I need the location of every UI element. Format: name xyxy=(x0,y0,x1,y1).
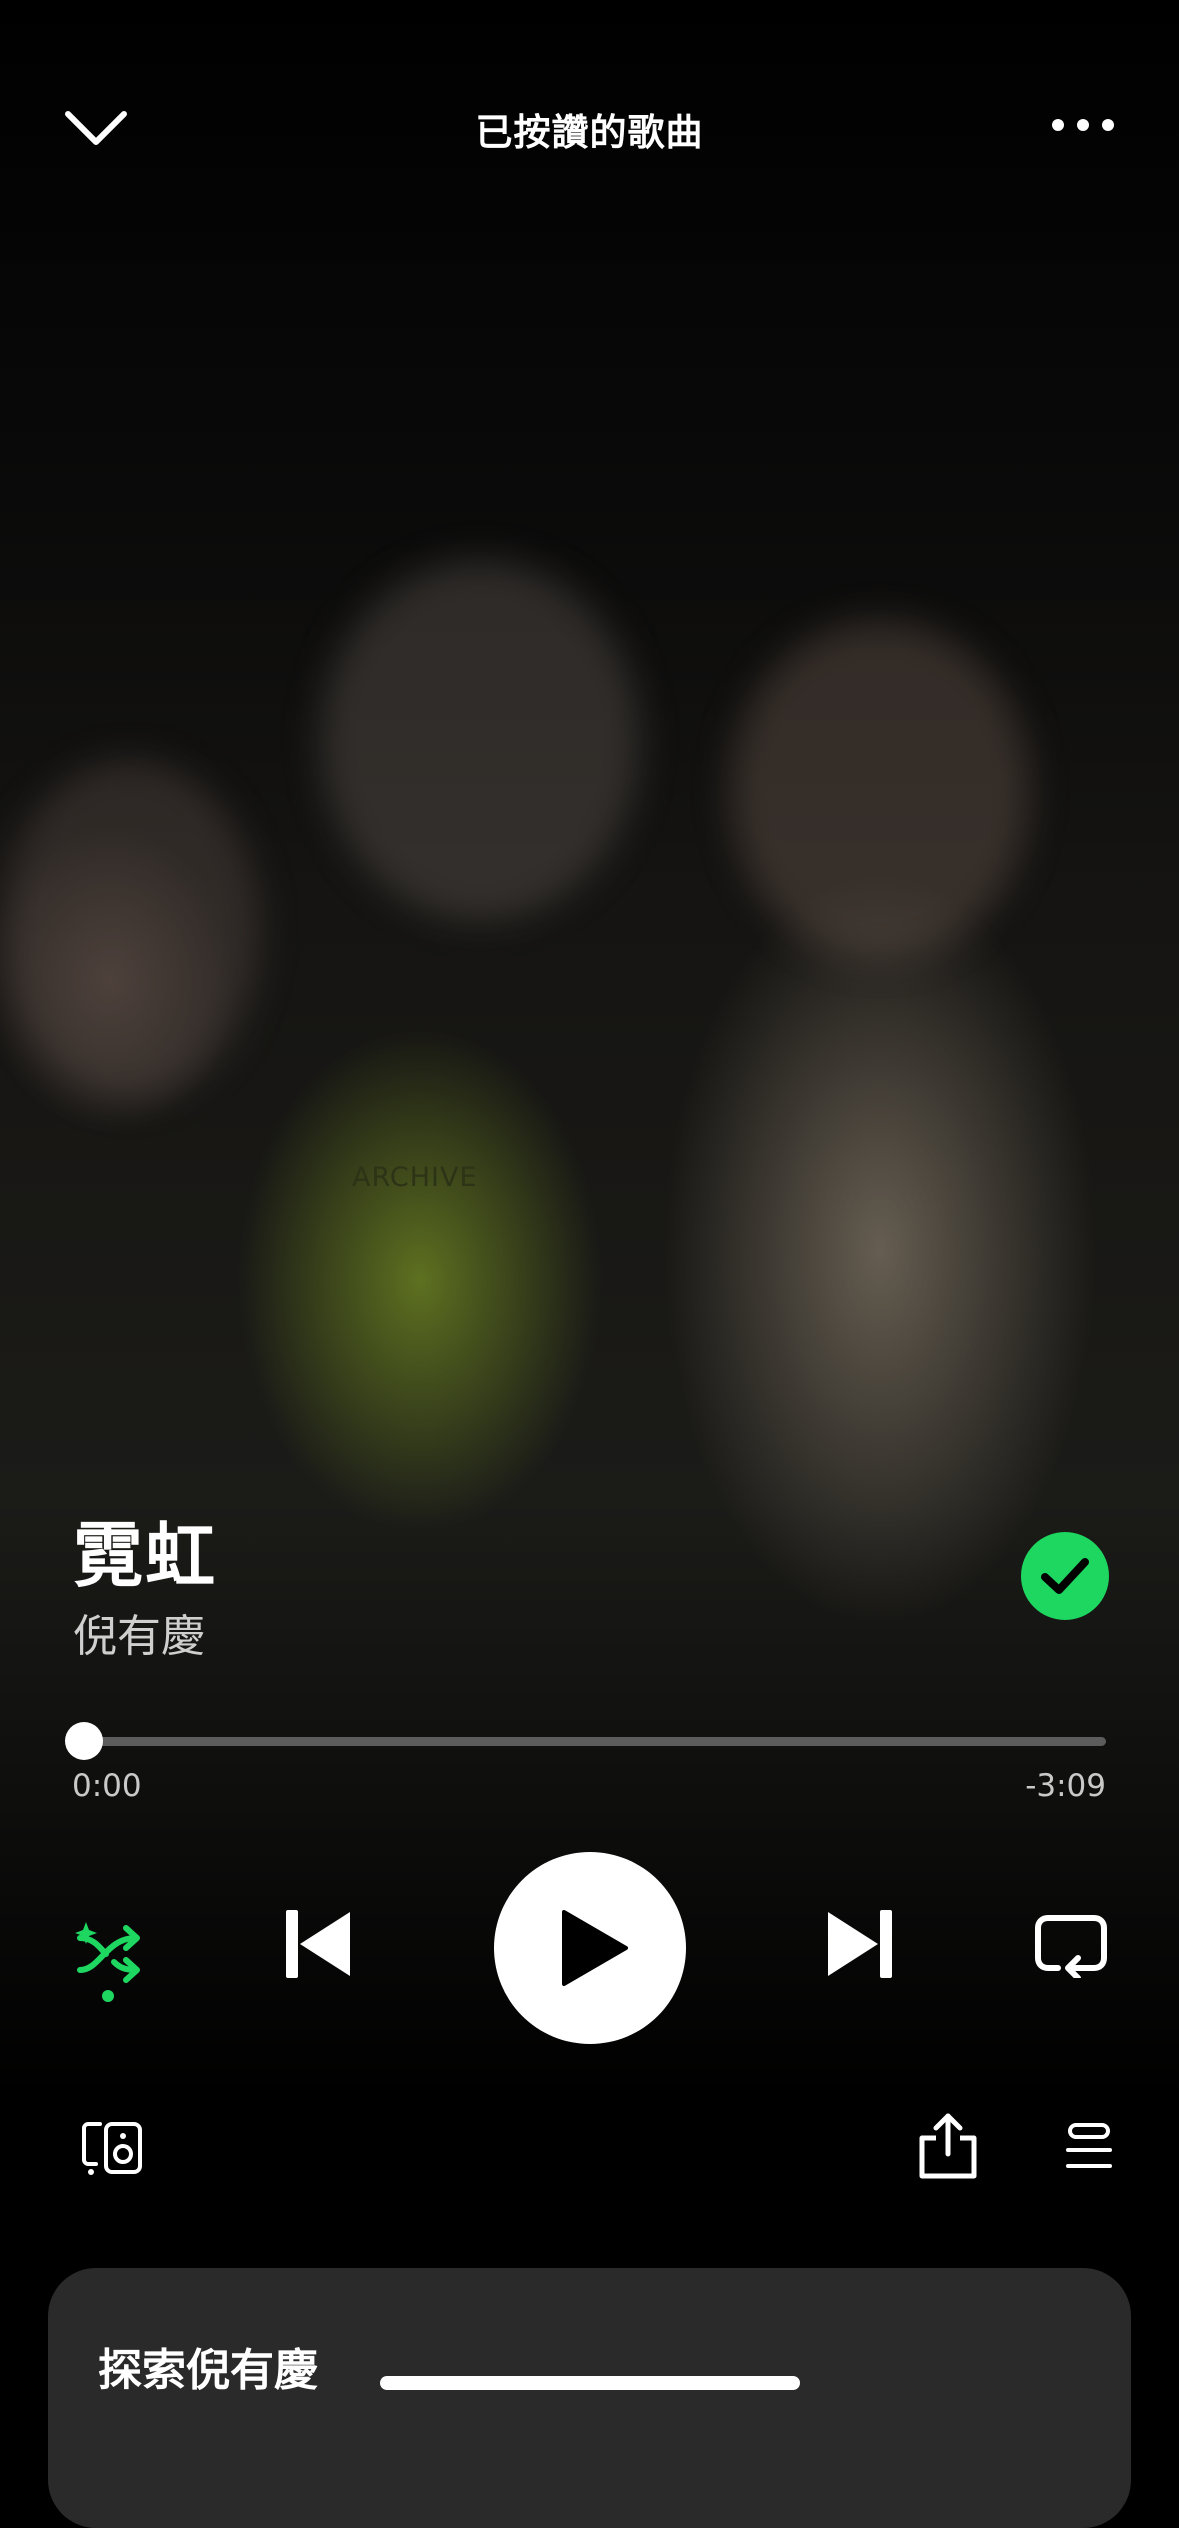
repeat-button[interactable] xyxy=(1034,1912,1108,1981)
share-icon[interactable] xyxy=(918,2110,978,2180)
elapsed-time: 0:00 xyxy=(72,1768,142,1804)
progress-track xyxy=(84,1737,1106,1746)
next-track-button[interactable] xyxy=(824,1908,894,1980)
bottom-actions-row xyxy=(0,2110,1179,2190)
liked-check-button[interactable] xyxy=(1021,1532,1109,1620)
skip-next-icon xyxy=(828,1910,892,1978)
playlist-context-title: 已按讚的歌曲 xyxy=(475,111,704,154)
artwork-figure-head xyxy=(320,560,640,920)
more-horizontal-icon[interactable] xyxy=(1050,110,1116,140)
shuffle-button[interactable] xyxy=(70,1908,150,2004)
queue-icon[interactable] xyxy=(1066,2122,1112,2172)
previous-track-button[interactable] xyxy=(284,1908,354,1980)
artwork-shirt-text: ARCHIVE xyxy=(352,1162,478,1193)
album-artwork-background: ARCHIVE xyxy=(0,0,1179,2418)
track-title[interactable]: 霓虹 xyxy=(73,1500,217,1601)
track-artist[interactable]: 倪有慶 xyxy=(73,1600,205,1664)
playback-progress-bar[interactable] xyxy=(65,1722,1106,1760)
repeat-icon xyxy=(1035,1915,1107,1981)
artwork-figure-head xyxy=(730,620,1030,960)
explore-artist-title: 探索倪有慶 xyxy=(98,2345,318,2396)
remaining-time: -3:09 xyxy=(1025,1768,1106,1804)
artwork-figure-head xyxy=(0,760,260,1100)
play-button[interactable] xyxy=(494,1852,686,2044)
connect-device-icon[interactable] xyxy=(82,2120,144,2176)
progress-scrubber-handle[interactable] xyxy=(65,1722,103,1760)
home-indicator[interactable] xyxy=(380,2376,800,2390)
explore-artist-card[interactable]: 探索倪有慶 xyxy=(48,2268,1131,2528)
shuffle-icon xyxy=(75,1922,140,2002)
check-icon xyxy=(1041,1558,1089,1594)
play-icon xyxy=(562,1910,628,1986)
now-playing-header: 已按讚的歌曲 xyxy=(0,80,1179,170)
skip-previous-icon xyxy=(286,1910,350,1978)
